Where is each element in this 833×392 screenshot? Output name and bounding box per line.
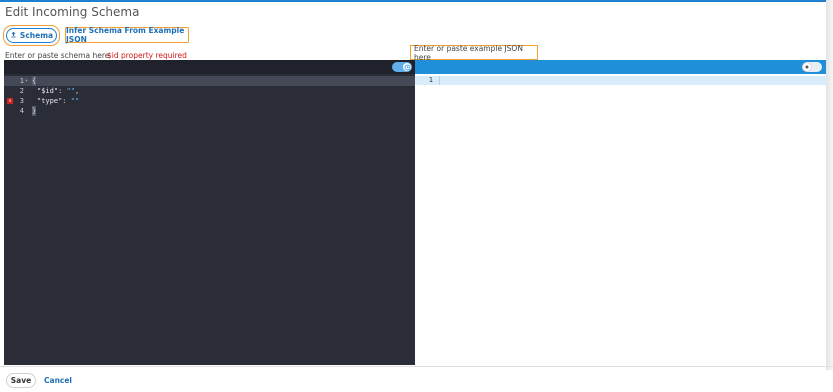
- code-key: "$id": [37, 87, 59, 95]
- save-button[interactable]: Save: [6, 373, 36, 388]
- fold-arrow-icon[interactable]: ▾: [25, 76, 28, 86]
- dialog-title: Edit Incoming Schema: [5, 5, 140, 19]
- code-value: "": [66, 87, 75, 95]
- json-editor-toolbar: [415, 60, 826, 74]
- schema-button[interactable]: Schema: [6, 28, 57, 43]
- line-number: 4: [19, 107, 24, 115]
- infer-schema-link[interactable]: Infer Schema From Example JSON: [65, 26, 189, 44]
- schema-error-message: $id property required: [107, 51, 187, 60]
- code-line[interactable]: 2 "$id": "",: [4, 86, 415, 96]
- clock-icon: [403, 63, 411, 71]
- scrollbar-track[interactable]: [826, 0, 833, 370]
- top-accent-line: [0, 0, 833, 2]
- schema-editor[interactable]: 1 ▾ { 2 "$id": "", ✕ 3 "type": "" 4 }: [4, 60, 415, 365]
- line-number: 3: [19, 97, 24, 105]
- code-key: "type": [37, 97, 63, 105]
- code-text: }: [32, 106, 37, 116]
- code-text: {: [32, 76, 37, 86]
- code-line[interactable]: 4 }: [4, 106, 415, 116]
- cancel-button[interactable]: Cancel: [44, 373, 72, 388]
- schema-editor-toolbar: [4, 60, 415, 74]
- code-line[interactable]: 1: [415, 76, 826, 85]
- schema-editor-toggle[interactable]: [392, 62, 412, 72]
- footer-divider: [0, 366, 833, 367]
- schema-editor-hint: Enter or paste schema here: [5, 51, 110, 60]
- line-number: 1: [19, 77, 24, 85]
- upload-icon: [10, 31, 17, 40]
- json-editor[interactable]: 1: [415, 60, 826, 365]
- code-line[interactable]: ✕ 3 "type": "": [4, 96, 415, 106]
- error-x-icon[interactable]: ✕: [7, 98, 13, 104]
- json-editor-hint: Enter or paste example JSON here: [410, 44, 538, 62]
- schema-button-label: Schema: [19, 31, 54, 40]
- json-editor-toggle[interactable]: [802, 62, 822, 72]
- toggle-knob-icon: [803, 63, 811, 71]
- code-line[interactable]: 1 ▾ {: [4, 76, 415, 86]
- line-number: 2: [19, 87, 24, 95]
- code-value: "": [70, 97, 80, 105]
- text-cursor: [439, 76, 440, 85]
- line-number: 1: [428, 76, 433, 84]
